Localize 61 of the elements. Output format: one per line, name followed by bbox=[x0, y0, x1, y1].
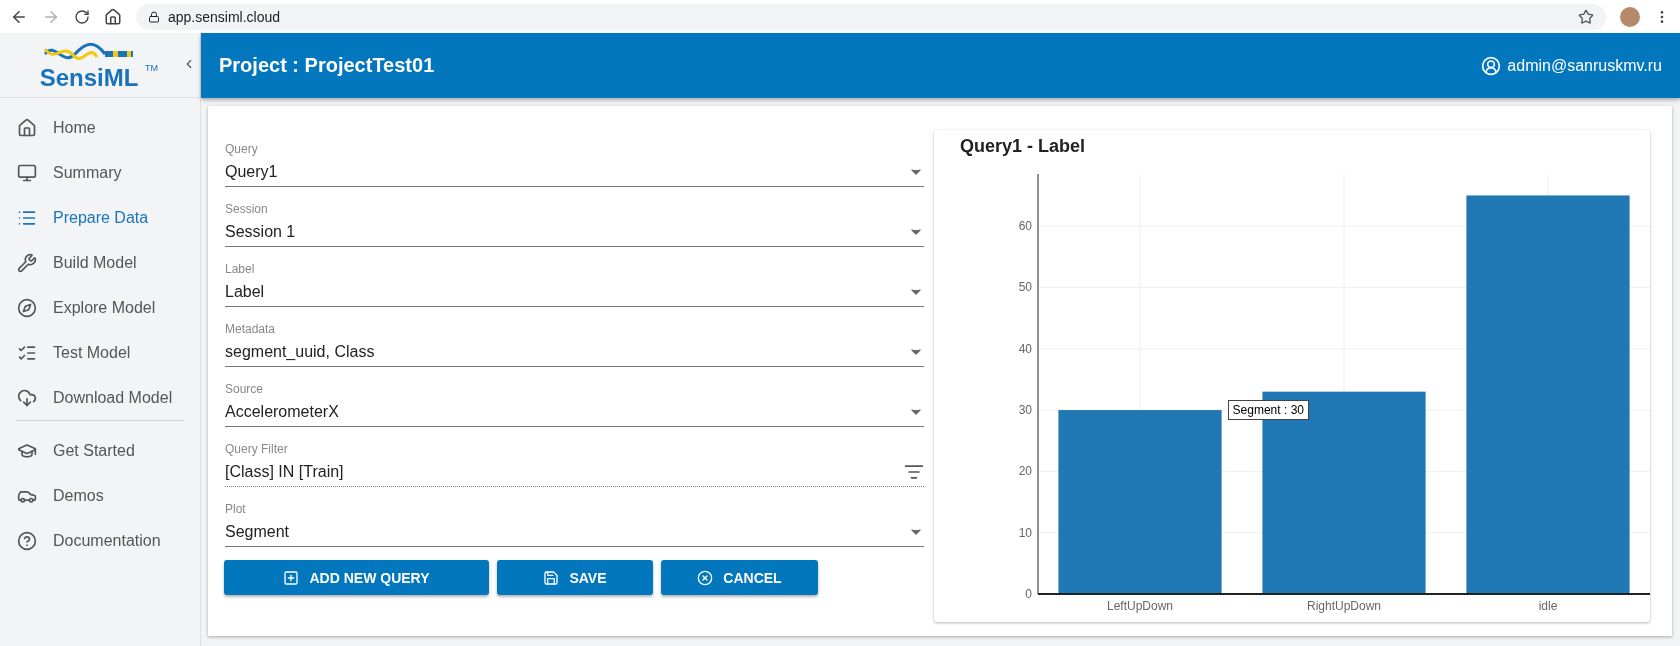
reload-icon[interactable] bbox=[74, 8, 90, 25]
select-field[interactable]: Query1 bbox=[225, 158, 924, 187]
sidebar-icon bbox=[17, 387, 37, 408]
user-email[interactable]: admin@sanruskmv.ru bbox=[1507, 56, 1662, 75]
y-tick-label: 40 bbox=[1018, 341, 1032, 356]
select-field[interactable]: Segment bbox=[225, 518, 924, 547]
field-label: Plot bbox=[225, 502, 247, 518]
user-icon bbox=[1481, 55, 1502, 76]
cancel-icon bbox=[697, 569, 714, 586]
y-tick-label: 20 bbox=[1018, 464, 1032, 479]
action-button[interactable]: SAVE bbox=[497, 560, 653, 595]
action-button[interactable]: ADD NEW QUERY bbox=[224, 560, 489, 595]
save-icon bbox=[543, 569, 560, 586]
y-tick-label: 50 bbox=[1018, 280, 1032, 295]
sidebar-icon bbox=[17, 530, 37, 551]
y-tick-label: 30 bbox=[1018, 403, 1032, 418]
add-icon bbox=[283, 569, 300, 586]
chart-tooltip: Segment : 30 bbox=[1227, 400, 1309, 421]
action-button[interactable]: CANCEL bbox=[661, 560, 818, 595]
filter-icon[interactable] bbox=[904, 462, 924, 482]
trademark-text: TM bbox=[145, 63, 158, 73]
sidebar-item[interactable]: Summary bbox=[0, 150, 200, 195]
sidebar-icon bbox=[17, 162, 37, 183]
address-bar[interactable]: app.sensiml.cloud bbox=[136, 3, 1606, 30]
profile-avatar[interactable] bbox=[1620, 6, 1640, 27]
select-field[interactable]: Session 1 bbox=[225, 218, 924, 247]
chart-title: Query1 - Label bbox=[959, 135, 1087, 158]
x-tick-label: LeftUpDown bbox=[1107, 599, 1173, 613]
sidebar-icon bbox=[17, 297, 37, 318]
select-field[interactable]: Label bbox=[225, 278, 924, 307]
x-tick-label: idle bbox=[1538, 599, 1558, 613]
star-icon[interactable] bbox=[1578, 8, 1594, 25]
sidebar-item[interactable]: Prepare Data bbox=[0, 195, 200, 240]
filter-field[interactable]: [Class] IN [Train] bbox=[225, 458, 924, 487]
y-tick-label: 60 bbox=[1018, 219, 1032, 234]
sidebar-item[interactable]: Home bbox=[0, 105, 200, 150]
url-text: app.sensiml.cloud bbox=[168, 8, 281, 25]
sidebar-item[interactable]: Explore Model bbox=[0, 285, 200, 330]
field-label: Query bbox=[225, 142, 259, 158]
y-tick-label: 10 bbox=[1018, 525, 1032, 540]
field-label: Source bbox=[225, 382, 265, 398]
sidebar-item[interactable]: Demos bbox=[0, 473, 200, 518]
home-icon[interactable] bbox=[104, 7, 122, 26]
select-field[interactable]: AccelerometerX bbox=[225, 398, 924, 427]
field-label: Label bbox=[225, 262, 256, 278]
sidebar-item[interactable]: Download Model bbox=[0, 375, 200, 420]
project-title: Project : ProjectTest01 bbox=[219, 54, 435, 77]
field-label: Session bbox=[225, 202, 269, 218]
logo-text: SensiML bbox=[39, 67, 139, 89]
sidebar-icon bbox=[17, 252, 37, 273]
sidebar-icon bbox=[17, 117, 37, 138]
sidebar-item[interactable]: Get Started bbox=[0, 428, 200, 473]
sidebar-item[interactable]: Build Model bbox=[0, 240, 200, 285]
field-label: Query Filter bbox=[225, 442, 289, 458]
y-tick-label: 0 bbox=[1025, 587, 1032, 601]
sidebar-item[interactable]: Test Model bbox=[0, 330, 200, 375]
field-label: Metadata bbox=[225, 322, 277, 338]
sidebar-item[interactable]: Documentation bbox=[0, 518, 200, 563]
x-tick-label: RightUpDown bbox=[1307, 599, 1381, 613]
lock-icon bbox=[148, 10, 160, 23]
select-field[interactable]: segment_uuid, Class bbox=[225, 338, 924, 367]
